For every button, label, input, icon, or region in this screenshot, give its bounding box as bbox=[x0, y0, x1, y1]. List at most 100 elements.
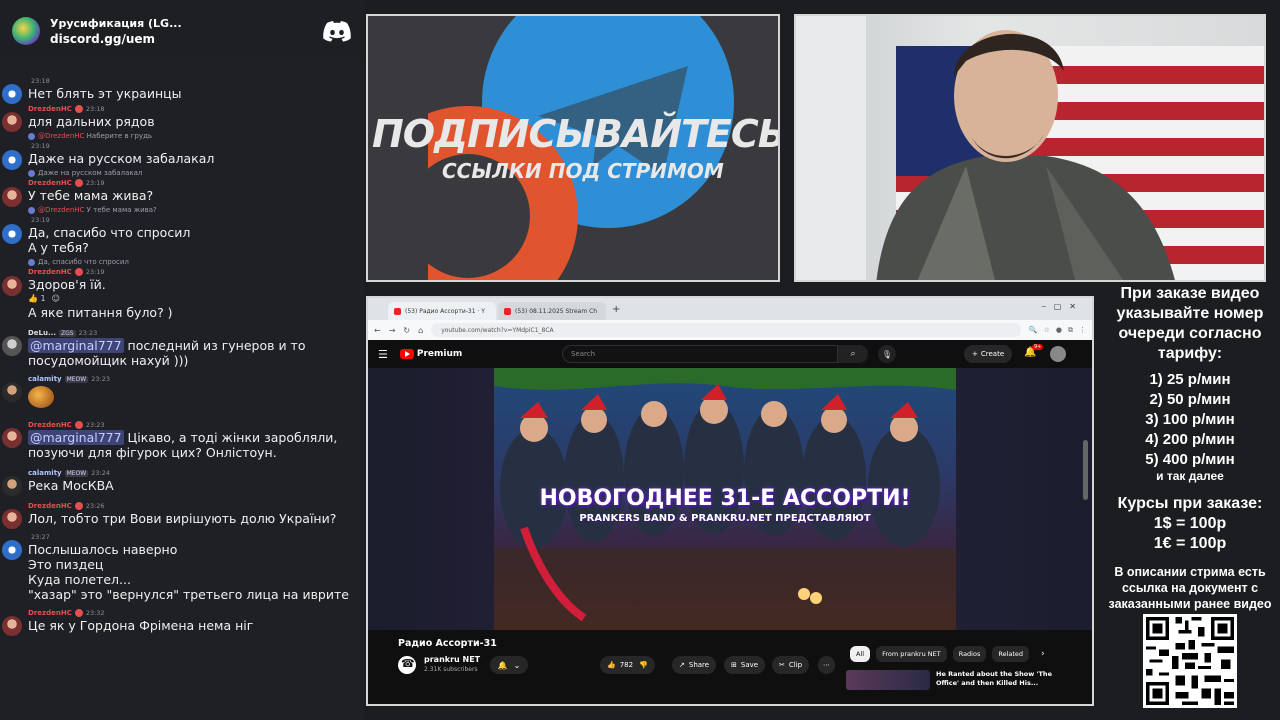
recommended-video[interactable]: He Ranted about the Show 'The Office' an… bbox=[846, 670, 1056, 690]
recommended-thumbnail[interactable] bbox=[846, 670, 930, 690]
like-button[interactable]: 👍 782 👎 bbox=[600, 656, 656, 674]
channel-name[interactable]: prankru NET bbox=[424, 655, 480, 664]
menu-dots-icon[interactable]: ⋮ bbox=[1079, 326, 1086, 335]
plus-icon: + bbox=[972, 350, 978, 358]
user-avatar[interactable] bbox=[2, 150, 22, 170]
user-avatar[interactable] bbox=[2, 476, 22, 496]
chat-message[interactable]: calamity MEOW 23:23 bbox=[0, 374, 364, 408]
message-text: "хазар" это "вернулся" третьего лица на … bbox=[28, 587, 349, 602]
chat-message[interactable]: DeLu... ZGS 23:23 @marginal777 последний и… bbox=[0, 328, 364, 368]
channel-avatar[interactable] bbox=[398, 656, 416, 674]
chat-message[interactable]: DrezdenHC 23:26 Лол, тобто три Вови виріш… bbox=[0, 501, 364, 529]
hamburger-menu-icon[interactable]: ☰ bbox=[378, 348, 388, 361]
bookmark-star-icon[interactable]: ☆ bbox=[1044, 326, 1050, 335]
create-button[interactable]: + Create bbox=[964, 345, 1013, 363]
chat-message[interactable]: 23:27 Послышалось наверно Это пиздец Куд… bbox=[0, 532, 364, 602]
user-avatar[interactable] bbox=[2, 187, 22, 207]
account-avatar[interactable] bbox=[1050, 346, 1066, 362]
chip-radios[interactable]: Radios bbox=[952, 646, 987, 662]
qr-code-icon bbox=[1143, 614, 1237, 708]
chat-message[interactable]: DrezdenHC 23:18 для дальних рядов bbox=[0, 104, 364, 132]
search-input[interactable]: Search bbox=[562, 345, 838, 363]
username[interactable]: calamity bbox=[28, 469, 62, 477]
username[interactable]: DrezdenHC bbox=[28, 179, 72, 187]
username[interactable]: DrezdenHC bbox=[28, 609, 72, 617]
extension-icon[interactable]: ● bbox=[1056, 326, 1062, 335]
reply-preview[interactable]: Да, спасибо что спросил bbox=[28, 258, 354, 266]
recommended-title[interactable]: He Ranted about the Show 'The Office' an… bbox=[936, 670, 1056, 690]
browser-tab[interactable]: (53) 08.11.2025 Stream Ch bbox=[498, 302, 606, 320]
user-avatar[interactable] bbox=[2, 224, 22, 244]
chat-message[interactable]: DrezdenHC 23:23 @marginal777 Цікаво, а то… bbox=[0, 420, 364, 460]
reply-preview[interactable]: Даже на русском забалакал bbox=[28, 169, 354, 177]
new-tab-icon[interactable]: + bbox=[612, 304, 620, 315]
tariff-item: 5) 400 р/мин bbox=[1145, 451, 1235, 468]
user-avatar[interactable] bbox=[2, 540, 22, 560]
page-scrollbar[interactable] bbox=[1083, 440, 1088, 500]
save-button[interactable]: ⊞ Save bbox=[724, 656, 766, 674]
search-icon[interactable]: ⌕ bbox=[838, 345, 868, 363]
puzzle-icon[interactable]: ⧉ bbox=[1068, 326, 1073, 335]
tariff-list: 1) 25 р/мин 2) 50 р/мин 3) 100 р/мин 4) … bbox=[1100, 370, 1280, 482]
url-field[interactable]: youtube.com/watch?v=YMdpiC1_8CA bbox=[431, 323, 1021, 337]
chat-message[interactable]: Даже на русском забалакал DrezdenHC 23:19… bbox=[0, 169, 364, 207]
address-bar-row: ← → ↻ ⌂ youtube.com/watch?v=YMdpiC1_8CA … bbox=[368, 320, 1092, 340]
user-mention[interactable]: @marginal777 bbox=[28, 430, 124, 445]
subscription-bell-button[interactable]: 🔔 ⌄ bbox=[490, 656, 528, 674]
home-icon[interactable]: ⌂ bbox=[418, 326, 423, 335]
username[interactable]: DrezdenHC bbox=[28, 105, 72, 113]
subscriber-count: 2.31K subscribers bbox=[424, 666, 478, 673]
chat-message[interactable]: calamity MEOW 23:24 Река МосКВА bbox=[0, 468, 364, 496]
window-controls[interactable]: ⎯▢✕ bbox=[1042, 302, 1084, 312]
user-avatar[interactable] bbox=[2, 509, 22, 529]
chip-from-channel[interactable]: From prankru NET bbox=[876, 646, 947, 662]
reply-preview[interactable]: @DrezdenHC У тебе мама жива? bbox=[28, 206, 354, 214]
chat-message[interactable]: DrezdenHC 23:32 Це як у Гордона Фрімена н… bbox=[0, 608, 364, 636]
user-avatar[interactable] bbox=[2, 84, 22, 104]
username[interactable]: DrezdenHC bbox=[28, 268, 72, 276]
chip-related[interactable]: Related bbox=[992, 646, 1030, 662]
microphone-icon[interactable]: 🎙 bbox=[878, 345, 896, 363]
tab-title: (53) 08.11.2025 Stream Ch bbox=[515, 307, 598, 315]
youtube-logo[interactable]: Premium bbox=[399, 349, 462, 359]
more-actions-button[interactable]: ⋯ bbox=[818, 656, 835, 674]
forward-icon[interactable]: → bbox=[389, 326, 396, 335]
user-avatar[interactable] bbox=[2, 336, 22, 356]
message-text: Куда полетел... bbox=[28, 572, 131, 587]
reply-text: Наберите в грудь bbox=[86, 132, 153, 140]
add-reaction-icon[interactable]: ☺ bbox=[52, 294, 60, 303]
chat-message[interactable]: @DrezdenHC Наберите в грудь 23:19 Даже н… bbox=[0, 132, 364, 170]
chat-message[interactable]: Да, спасибо что спросил DrezdenHC 23:19 З… bbox=[0, 258, 364, 320]
clip-label: Clip bbox=[788, 661, 803, 669]
user-avatar[interactable] bbox=[2, 616, 22, 636]
zoom-icon[interactable]: 🔍 bbox=[1029, 326, 1038, 335]
reaction-emoji[interactable]: 👍 1 bbox=[28, 294, 46, 303]
timestamp: 23:18 bbox=[31, 77, 50, 85]
server-invite-link[interactable]: discord.gg/uem bbox=[50, 32, 322, 46]
user-avatar[interactable] bbox=[2, 382, 22, 402]
dislike-icon[interactable]: 👎 bbox=[637, 661, 648, 669]
user-mention[interactable]: @marginal777 bbox=[28, 338, 124, 353]
chat-message[interactable]: @DrezdenHC У тебе мама жива? 23:19 Да, с… bbox=[0, 206, 364, 255]
clip-button[interactable]: ✂ Clip bbox=[772, 656, 810, 674]
browser-tab-active[interactable]: (53) Радио Ассорти-31 · Y bbox=[388, 302, 496, 320]
user-avatar[interactable] bbox=[2, 276, 22, 296]
video-thumbnail[interactable]: НОВОГОДНЕЕ 31-Е АССОРТИ! PRANKERS BAND &… bbox=[494, 368, 956, 630]
reload-icon[interactable]: ↻ bbox=[403, 326, 410, 335]
video-player[interactable]: НОВОГОДНЕЕ 31-Е АССОРТИ! PRANKERS BAND &… bbox=[368, 368, 1092, 630]
reply-preview[interactable]: @DrezdenHC Наберите в грудь bbox=[28, 132, 354, 140]
username[interactable]: DrezdenHC bbox=[28, 421, 72, 429]
user-avatar[interactable] bbox=[2, 428, 22, 448]
share-button[interactable]: ↗ Share bbox=[672, 656, 717, 674]
user-avatar[interactable] bbox=[2, 112, 22, 132]
promo-subtitle: ССЫЛКИ ПОД СТРИМОМ bbox=[442, 159, 724, 183]
back-icon[interactable]: ← bbox=[374, 326, 381, 335]
username[interactable]: calamity bbox=[28, 375, 62, 383]
chat-message[interactable]: 23:18 Нет блять эт украинцы bbox=[0, 76, 364, 104]
role-badge-icon bbox=[74, 105, 83, 113]
chip-all[interactable]: All bbox=[850, 646, 871, 662]
username[interactable]: DeLu... bbox=[28, 329, 56, 337]
username[interactable]: DrezdenHC bbox=[28, 502, 72, 510]
message-text: Даже на русском забалакал bbox=[28, 151, 215, 166]
chevron-right-icon[interactable]: › bbox=[1041, 649, 1045, 659]
